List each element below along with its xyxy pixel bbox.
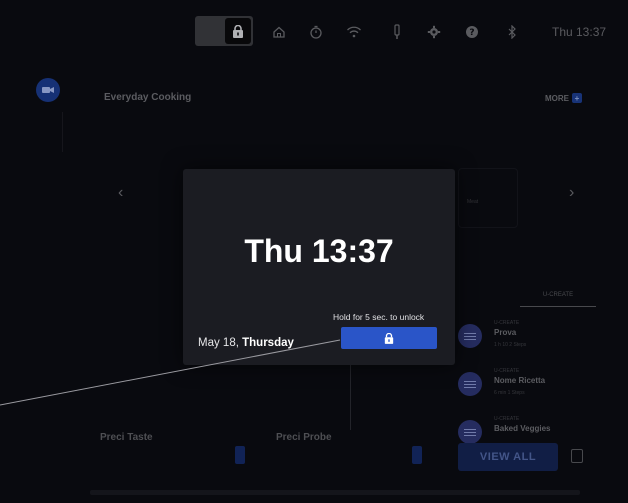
tab-ucreate[interactable]: U-CREATE <box>520 292 596 307</box>
lock-date-prefix: May 18, <box>198 337 239 349</box>
chevron-left-icon[interactable]: ‹ <box>118 184 123 202</box>
view-all-button[interactable]: VIEW ALL <box>458 443 558 471</box>
recipe-category: U-CREATE <box>494 416 520 422</box>
recipe-category: U-CREATE <box>494 320 520 326</box>
recipe-category: U-CREATE <box>494 368 520 374</box>
more-button[interactable]: MORE + <box>545 93 582 103</box>
wifi-icon[interactable] <box>344 22 364 42</box>
category-card-label: Meat <box>467 199 479 205</box>
status-clock: Thu 13:37 <box>552 25 607 39</box>
precitaste-title: Preci Taste <box>100 432 153 443</box>
chevron-right-icon[interactable]: › <box>569 184 574 202</box>
lock-icon <box>225 18 251 44</box>
recipe-item[interactable]: U-CREATE Prova 1 h 10 2 Steps <box>458 318 598 358</box>
top-bar: ? Thu 13:37 <box>0 0 628 68</box>
column-divider <box>350 360 351 430</box>
probe-icon[interactable] <box>387 22 407 42</box>
more-label: MORE <box>545 93 569 103</box>
tab-underline <box>520 306 596 307</box>
recipe-name: Prova <box>494 328 517 337</box>
trash-icon[interactable] <box>571 449 583 463</box>
lock-date: May 18, Thursday <box>198 337 294 349</box>
list-icon <box>458 372 482 396</box>
bluetooth-icon[interactable] <box>502 22 522 42</box>
unlock-button[interactable] <box>341 327 437 349</box>
plus-icon: + <box>572 93 582 103</box>
lock-toggle[interactable] <box>195 16 253 46</box>
preciprobe-button[interactable] <box>412 446 422 464</box>
preciprobe-title: Preci Probe <box>276 432 332 443</box>
home-icon[interactable] <box>269 22 289 42</box>
lock-time: Thu 13:37 <box>244 233 394 269</box>
list-icon <box>458 420 482 444</box>
svg-text:?: ? <box>469 28 474 38</box>
category-card[interactable]: Meat <box>458 168 518 228</box>
tab-ucreate-label: U-CREATE <box>542 292 574 298</box>
section-title: Everyday Cooking <box>104 92 192 103</box>
recipe-item[interactable]: U-CREATE Nome Ricetta 6 min 1 Steps <box>458 366 598 406</box>
precitaste-button[interactable] <box>235 446 245 464</box>
timer-icon[interactable] <box>306 22 326 42</box>
bottom-scrollbar[interactable] <box>90 490 580 495</box>
camera-icon <box>42 87 54 93</box>
list-icon <box>458 324 482 348</box>
lock-date-day: Thursday <box>242 337 294 349</box>
recipe-name: Nome Ricetta <box>494 376 546 385</box>
oven-screen: ? Thu 13:37 Everyday Cooking MORE + ‹ › … <box>0 0 628 503</box>
gear-icon[interactable] <box>424 22 444 42</box>
side-divider <box>62 112 74 152</box>
help-icon[interactable]: ? <box>462 22 482 42</box>
lock-screen-dialog: Thu 13:37 May 18, Thursday Hold for 5 se… <box>183 169 455 365</box>
camera-button[interactable] <box>36 78 60 102</box>
lock-icon <box>384 332 394 344</box>
recipe-meta: 6 min 1 Steps <box>494 390 525 396</box>
recipe-meta: 1 h 10 2 Steps <box>494 342 527 348</box>
unlock-hint: Hold for 5 sec. to unlock <box>333 312 425 322</box>
recipe-name: Baked Veggies <box>494 424 551 433</box>
